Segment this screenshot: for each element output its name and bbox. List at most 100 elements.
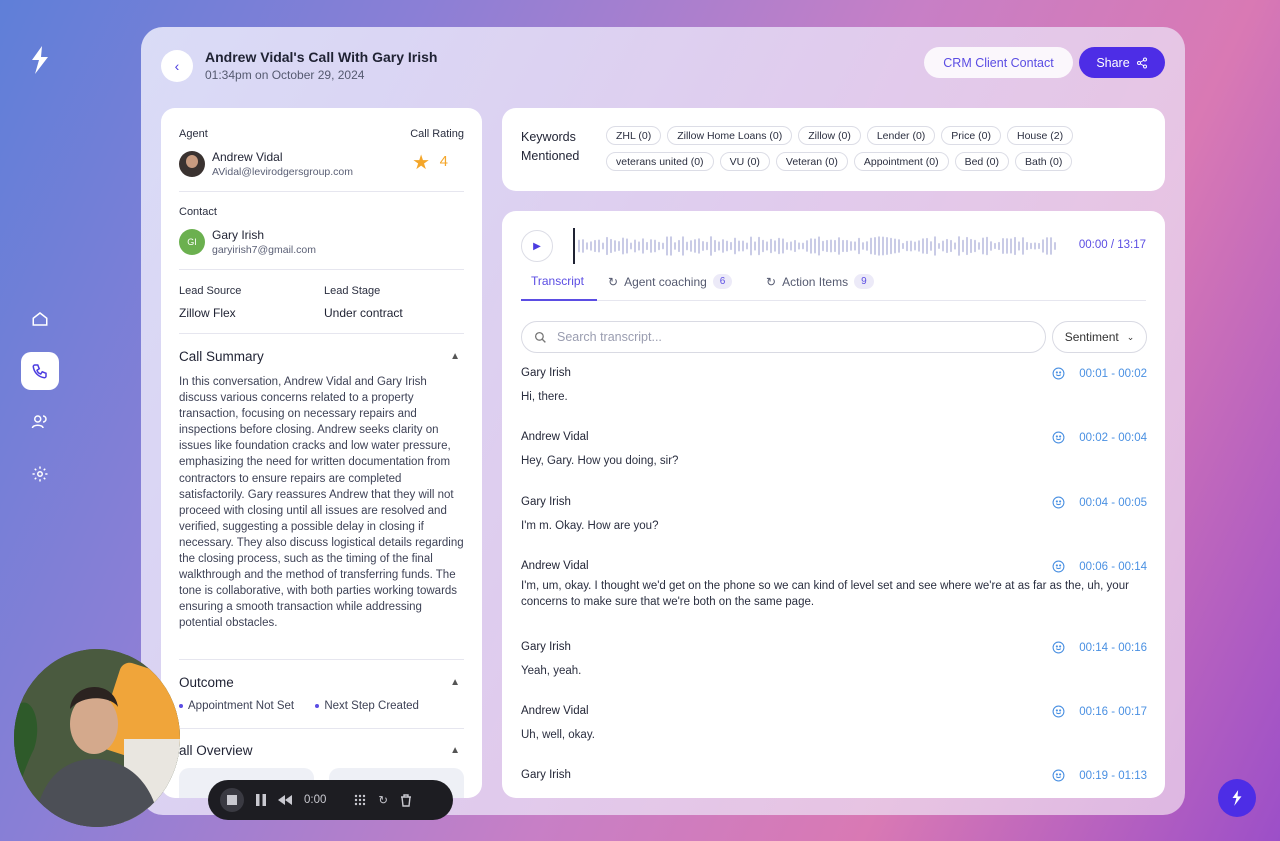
collapse-summary-chevron-up-icon[interactable]: ▲ [450,351,460,362]
waveform-bar [810,238,812,254]
transcript-entry[interactable]: Gary Irish 00:04 - 00:05 I'm m. Okay. Ho… [521,496,1147,534]
entry-timestamp[interactable]: 00:16 - 00:17 [1079,706,1147,718]
keyword-chip[interactable]: ZHL (0) [606,126,662,145]
waveform-bar [694,239,696,253]
waveform-bar [1034,242,1036,250]
waveform-bar [938,242,940,250]
transcript-entry[interactable]: Andrew Vidal 00:16 - 00:17 Uh, well, oka… [521,705,1147,743]
sentiment-smile-icon [1052,431,1065,444]
users-icon[interactable] [21,403,59,441]
rewind-icon [278,795,292,805]
delete-button[interactable] [400,793,412,807]
entry-timestamp[interactable]: 00:06 - 00:14 [1079,561,1147,573]
waveform-bar [998,241,1000,251]
keyword-chip[interactable]: House (2) [1006,126,1074,145]
keyword-chip[interactable]: Lender (0) [866,126,936,145]
app-assistant-button[interactable] [1218,779,1256,817]
entry-timestamp[interactable]: 00:02 - 00:04 [1079,432,1147,444]
home-icon[interactable] [21,300,59,338]
phone-calls-icon[interactable] [21,352,59,390]
waveform-bar [950,239,952,253]
keyword-chip[interactable]: Zillow (0) [798,126,861,145]
keywords-title: Keywords Mentioned [521,130,580,163]
contact-name: Gary Irish [212,228,265,242]
rewind-button[interactable] [278,795,292,805]
waveform-bar [1006,238,1008,254]
back-button[interactable]: ‹ [161,50,193,82]
waveform-bar [702,241,704,251]
restart-button[interactable]: ↻ [378,793,388,807]
call-summary-text: In this conversation, Andrew Vidal and G… [179,376,464,630]
play-button[interactable]: ▶ [521,230,553,262]
outcome-list: Appointment Not Set Next Step Created [179,700,469,712]
playhead-cursor[interactable] [573,228,575,264]
keyword-chip[interactable]: Veteran (0) [775,152,848,171]
collapse-overview-chevron-up-icon[interactable]: ▲ [450,745,460,756]
pause-button[interactable] [256,794,266,806]
tab-transcript[interactable]: Transcript [531,274,584,288]
waveform-bar [774,240,776,252]
tab-action-items[interactable]: ↻ Action Items 9 [766,274,874,289]
waveform-bar [742,240,744,252]
settings-gear-icon[interactable] [21,455,59,493]
waveform-bar [1010,238,1012,254]
divider [179,191,464,192]
keyword-chip[interactable]: Bed (0) [954,152,1010,171]
transcript-entry[interactable]: Gary Irish 00:19 - 01:13 [521,769,1147,782]
waveform-bar [1018,241,1020,251]
audio-waveform[interactable] [573,228,1059,264]
search-input[interactable] [557,330,1017,344]
keyword-chip[interactable]: Price (0) [941,126,1001,145]
call-summary-title: Call Summary [179,349,264,364]
divider [179,659,464,660]
stop-recording-button[interactable] [220,788,244,812]
waveform-bar [642,238,644,254]
waveform-bar [806,240,808,252]
sentiment-smile-icon [1052,496,1065,509]
entry-timestamp[interactable]: 00:01 - 00:02 [1079,368,1147,380]
keyword-chip[interactable]: VU (0) [719,152,770,171]
search-icon [534,331,546,343]
waveform-bar [978,242,980,250]
waveform-bar [1022,237,1024,255]
keyword-chip[interactable]: veterans united (0) [606,152,714,171]
call-rating-label: Call Rating [410,128,464,140]
transcript-entry[interactable]: Andrew Vidal 00:06 - 00:14 I'm, um, okay… [521,560,1147,610]
waveform-bar [622,237,624,255]
entry-timestamp[interactable]: 00:14 - 00:16 [1079,642,1147,654]
header: ‹ Andrew Vidal's Call With Gary Irish 01… [161,47,1165,87]
grid-handle-button[interactable] [354,794,366,806]
waveform-bar [706,241,708,251]
waveform-bar [922,238,924,254]
waveform-bar [878,236,880,256]
collapse-outcome-chevron-up-icon[interactable]: ▲ [450,677,460,688]
transcript-entry[interactable]: Andrew Vidal 00:02 - 00:04 Hey, Gary. Ho… [521,431,1147,469]
transcript-entry[interactable]: Gary Irish 00:01 - 00:02 Hi, there. [521,367,1147,405]
tab-label: Agent coaching [624,274,707,289]
entry-timestamp[interactable]: 00:04 - 00:05 [1079,497,1147,509]
entry-text: Yeah, yeah. [521,665,582,677]
waveform-bar [882,236,884,256]
crm-client-contact-button[interactable]: CRM Client Contact [924,47,1073,78]
waveform-bar [782,238,784,254]
entry-meta: 00:04 - 00:05 [1052,496,1147,509]
contact-label: Contact [179,206,217,218]
waveform-bar [934,236,936,256]
keyword-chip[interactable]: Appointment (0) [853,152,949,171]
keyword-chip[interactable]: Zillow Home Loans (0) [667,126,793,145]
entry-timestamp[interactable]: 00:19 - 01:13 [1079,770,1147,782]
waveform-bar [770,238,772,254]
transcript-entry[interactable]: Gary Irish 00:14 - 00:16 Yeah, yeah. [521,641,1147,679]
star-icon: ★ [412,152,430,174]
waveform-bar [858,237,860,255]
waveform-bar [966,236,968,256]
sentiment-dropdown[interactable]: Sentiment ⌄ [1052,321,1147,353]
app-logo-icon[interactable] [28,44,52,76]
tab-agent-coaching[interactable]: ↻ Agent coaching 6 [608,274,733,289]
bolt-logo-icon [1232,790,1242,806]
keyword-chip[interactable]: Bath (0) [1015,152,1073,171]
waveform-bar [738,240,740,252]
waveform-bar [670,236,672,256]
trash-icon [401,793,412,807]
share-button[interactable]: Share [1079,47,1165,78]
